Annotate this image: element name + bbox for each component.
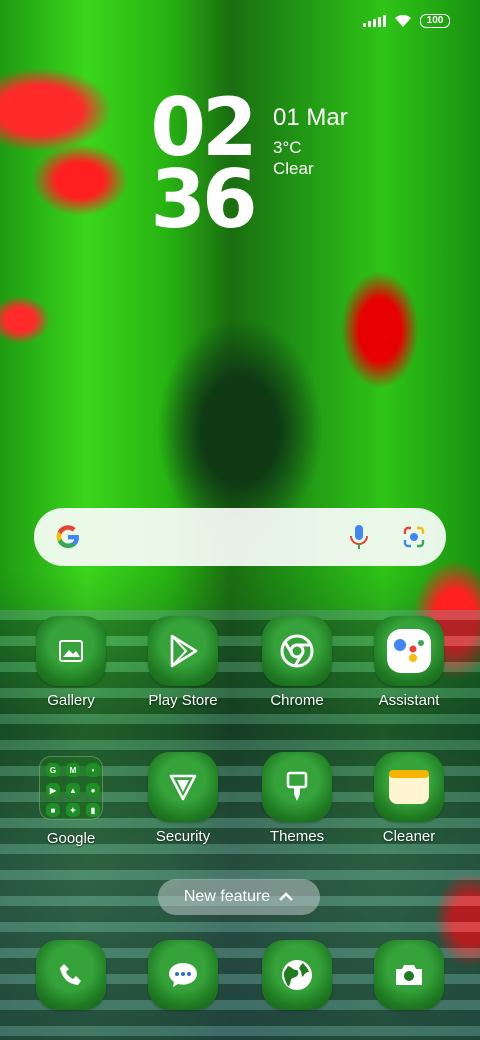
battery-level: 100 [426, 15, 444, 26]
app-assistant[interactable]: Assistant [354, 616, 464, 709]
google-icon: G [46, 763, 60, 777]
dock-phone[interactable] [16, 940, 126, 1010]
mic-icon[interactable] [348, 523, 370, 551]
app-label: Themes [269, 828, 325, 845]
meet-icon: ■ [46, 803, 60, 817]
app-label: Assistant [378, 692, 440, 709]
phone-icon [36, 940, 106, 1010]
new-feature-button[interactable]: New feature [158, 879, 320, 915]
dock-browser[interactable] [242, 940, 352, 1010]
app-label: Gallery [47, 692, 95, 709]
dock-camera[interactable] [354, 940, 464, 1010]
app-label: Play Store [148, 692, 218, 709]
temperature-text: 3°C [273, 138, 302, 157]
date-weather-widget[interactable]: 01 Mar 3°C Clear [273, 104, 348, 179]
youtube-icon: ▶ [46, 783, 60, 797]
files-icon: ▮ [86, 803, 100, 817]
photos-icon: ✦ [66, 803, 80, 817]
date-text: 01 Mar [273, 104, 348, 131]
app-label: Google [46, 830, 96, 847]
app-label: Cleaner [382, 828, 436, 845]
gallery-icon [36, 616, 106, 686]
youtube-music-icon: ● [86, 783, 100, 797]
clock-widget[interactable]: 02 36 [140, 88, 264, 246]
lens-icon[interactable] [402, 525, 426, 549]
browser-icon [262, 940, 332, 1010]
battery-icon: 100 [420, 14, 450, 28]
folder-google[interactable]: G M • ▶ ▲ ● ■ ✦ ▮ Google [16, 756, 126, 847]
chevron-up-icon [279, 892, 293, 901]
app-play-store[interactable]: Play Store [128, 616, 238, 709]
assistant-icon [374, 616, 444, 686]
drive-icon: ▲ [66, 783, 80, 797]
app-label: Security [155, 828, 211, 845]
gmail-icon: M [66, 763, 80, 777]
signal-icon [363, 15, 386, 27]
maps-icon: • [86, 763, 100, 777]
cleaner-icon [374, 752, 444, 822]
app-chrome[interactable]: Chrome [242, 616, 352, 709]
folder-icon: G M • ▶ ▲ ● ■ ✦ ▮ [39, 756, 103, 820]
app-themes[interactable]: Themes [242, 752, 352, 845]
app-gallery[interactable]: Gallery [16, 616, 126, 709]
clock-minute: 36 [150, 153, 257, 246]
dock-messages[interactable] [128, 940, 238, 1010]
messages-icon [148, 940, 218, 1010]
play-store-icon [148, 616, 218, 686]
weather-condition: Clear [273, 159, 314, 178]
app-security[interactable]: Security [128, 752, 238, 845]
chrome-icon [262, 616, 332, 686]
google-logo-icon [56, 525, 79, 548]
security-icon [148, 752, 218, 822]
search-bar[interactable] [34, 508, 446, 566]
status-bar: 100 [363, 14, 450, 28]
camera-icon [374, 940, 444, 1010]
app-label: Chrome [270, 692, 324, 709]
new-feature-label: New feature [183, 888, 271, 905]
wifi-icon [395, 14, 411, 27]
themes-icon [262, 752, 332, 822]
app-cleaner[interactable]: Cleaner [354, 752, 464, 845]
